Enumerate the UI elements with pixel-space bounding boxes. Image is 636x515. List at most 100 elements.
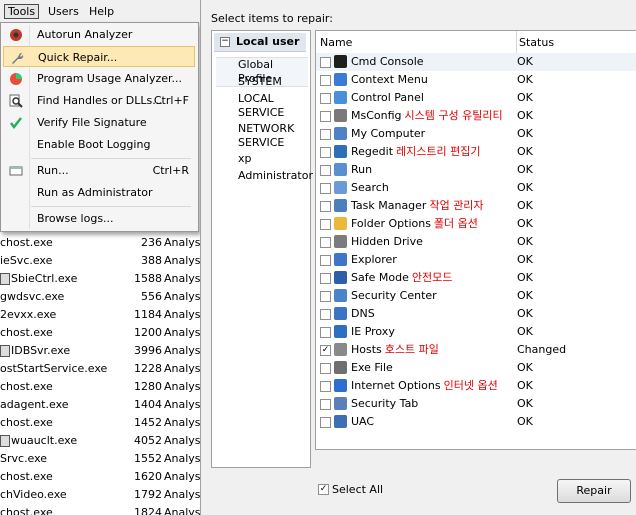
item-checkbox[interactable] <box>320 363 331 374</box>
menu-item-find-handles[interactable]: Find Handles or DLLs... Ctrl+F <box>3 90 195 111</box>
item-checkbox[interactable] <box>320 219 331 230</box>
menu-tools[interactable]: Tools <box>4 4 40 19</box>
item-name: Regedit 레지스트리 편집기 <box>351 143 481 161</box>
item-checkbox[interactable] <box>320 111 331 122</box>
user-item-network-service[interactable]: NETWORK SERVICE <box>238 122 308 150</box>
item-checkbox[interactable] <box>320 183 331 194</box>
select-all-box[interactable]: ✓ <box>318 484 329 495</box>
repair-item-row[interactable]: IE Proxy OK <box>316 323 636 341</box>
process-row[interactable]: chost.exe 1280 Analysi <box>0 378 200 396</box>
repair-item-row[interactable]: Safe Mode 안전모드 OK <box>316 269 636 287</box>
menu-item-verify-signature[interactable]: Verify File Signature <box>3 112 195 133</box>
user-group-header[interactable]: − Local user <box>214 33 306 52</box>
process-row[interactable]: adagent.exe 1404 Analysi <box>0 396 200 414</box>
process-row[interactable]: chost.exe 1200 Analysi <box>0 324 200 342</box>
column-divider[interactable] <box>516 31 517 53</box>
user-item-system[interactable]: SYSTEM <box>238 75 308 89</box>
user-item-local-service[interactable]: LOCAL SERVICE <box>238 92 308 120</box>
item-name: Run <box>351 161 372 179</box>
item-checkbox[interactable] <box>320 57 331 68</box>
item-checkbox[interactable] <box>320 201 331 212</box>
repair-item-row[interactable]: Search OK <box>316 179 636 197</box>
repair-item-row[interactable]: Run OK <box>316 161 636 179</box>
column-header-name[interactable]: Name <box>320 36 352 49</box>
menu-help[interactable]: Help <box>89 5 114 18</box>
item-checkbox[interactable] <box>320 327 331 338</box>
repair-item-row[interactable]: Security Tab OK <box>316 395 636 413</box>
menu-item-run[interactable]: Run... Ctrl+R <box>3 160 195 181</box>
item-checkbox[interactable] <box>320 147 331 158</box>
repair-item-row[interactable]: Cmd Console OK <box>316 53 636 71</box>
item-checkbox[interactable] <box>320 399 331 410</box>
item-checkbox[interactable] <box>320 381 331 392</box>
repair-item-row[interactable]: Internet Options 인터넷 옵션 OK <box>316 377 636 395</box>
process-pid: 1404 <box>134 398 162 411</box>
process-row[interactable]: Srvc.exe 1552 Analysi <box>0 450 200 468</box>
repair-item-row[interactable]: DNS OK <box>316 305 636 323</box>
repair-button[interactable]: Repair <box>557 479 631 503</box>
process-status: Analysi <box>164 362 200 375</box>
repair-item-row[interactable]: Explorer OK <box>316 251 636 269</box>
item-name: Internet Options 인터넷 옵션 <box>351 377 498 395</box>
process-row[interactable]: chost.exe 1452 Analysi <box>0 414 200 432</box>
item-label: Security Tab <box>351 397 419 410</box>
item-checkbox[interactable] <box>320 255 331 266</box>
process-row[interactable]: IDBSvr.exe 3996 Analysi <box>0 342 200 360</box>
user-item-xp[interactable]: xp <box>238 152 308 166</box>
repair-item-row[interactable]: Exe File OK <box>316 359 636 377</box>
process-row[interactable]: chost.exe 1824 Analysi <box>0 504 200 515</box>
menu-item-boot-logging[interactable]: Enable Boot Logging <box>3 134 195 155</box>
process-pid: 556 <box>141 290 162 303</box>
repair-item-row[interactable]: Context Menu OK <box>316 71 636 89</box>
item-checkbox[interactable] <box>320 75 331 86</box>
repair-item-row[interactable]: Folder Options 폴더 옵션 OK <box>316 215 636 233</box>
menu-item-program-usage[interactable]: Program Usage Analyzer... <box>3 68 195 89</box>
repair-item-row[interactable]: UAC OK <box>316 413 636 431</box>
item-checkbox[interactable] <box>320 129 331 140</box>
repair-item-row[interactable]: Security Center OK <box>316 287 636 305</box>
repair-item-row[interactable]: MsConfig 시스템 구성 유틸리티 OK <box>316 107 636 125</box>
menu-shortcut: Ctrl+F <box>153 94 189 107</box>
process-row[interactable]: SbieCtrl.exe 1588 Analysi <box>0 270 200 288</box>
process-row[interactable]: chost.exe 236 Analysi <box>0 234 200 252</box>
repair-item-row[interactable]: Hidden Drive OK <box>316 233 636 251</box>
item-checkbox[interactable] <box>320 165 331 176</box>
item-status: OK <box>517 55 533 68</box>
process-row[interactable]: gwdsvc.exe 556 Analysi <box>0 288 200 306</box>
menu-item-browse-logs[interactable]: Browse logs... <box>3 208 195 229</box>
menu-label: Run... <box>37 164 69 177</box>
menu-item-quick-repair[interactable]: Quick Repair... <box>3 46 195 67</box>
repair-item-row[interactable]: Control Panel OK <box>316 89 636 107</box>
process-row[interactable]: ieSvc.exe 388 Analysi <box>0 252 200 270</box>
repair-item-row[interactable]: Task Manager 작업 관리자 OK <box>316 197 636 215</box>
process-status: Analysi <box>164 506 200 515</box>
collapse-icon[interactable]: − <box>220 37 230 47</box>
checkmark-icon <box>10 117 22 130</box>
menu-item-autorun-analyzer[interactable]: Autorun Analyzer <box>3 24 195 45</box>
item-checkbox[interactable]: ✓ <box>320 345 331 356</box>
item-checkbox[interactable] <box>320 309 331 320</box>
repair-item-row[interactable]: My Computer OK <box>316 125 636 143</box>
process-row[interactable]: wuauclt.exe 4052 Analysi <box>0 432 200 450</box>
item-checkbox[interactable] <box>320 291 331 302</box>
user-item-administrator[interactable]: Administrator <box>238 169 313 183</box>
repair-item-row[interactable]: Regedit 레지스트리 편집기 OK <box>316 143 636 161</box>
process-row[interactable]: ostStartService.exe 1228 Analysi <box>0 360 200 378</box>
item-status: OK <box>517 73 533 86</box>
item-checkbox[interactable] <box>320 273 331 284</box>
item-icon <box>334 253 347 266</box>
process-status: Analysi <box>164 488 200 501</box>
item-checkbox[interactable] <box>320 417 331 428</box>
process-row[interactable]: 2evxx.exe 1184 Analysi <box>0 306 200 324</box>
menu-item-run-as-admin[interactable]: Run as Administrator <box>3 182 195 203</box>
window-icon <box>0 273 10 285</box>
menu-label: Browse logs... <box>37 212 114 225</box>
tools-menu: Autorun Analyzer Quick Repair... Program… <box>0 22 199 232</box>
menu-users[interactable]: Users <box>48 5 79 18</box>
item-checkbox[interactable] <box>320 93 331 104</box>
column-header-status[interactable]: Status <box>519 36 554 49</box>
repair-item-row[interactable]: ✓ Hosts 호스트 파일 Changed <box>316 341 636 359</box>
item-checkbox[interactable] <box>320 237 331 248</box>
process-row[interactable]: chost.exe 1620 Analysi <box>0 468 200 486</box>
process-row[interactable]: chVideo.exe 1792 Analysi <box>0 486 200 504</box>
